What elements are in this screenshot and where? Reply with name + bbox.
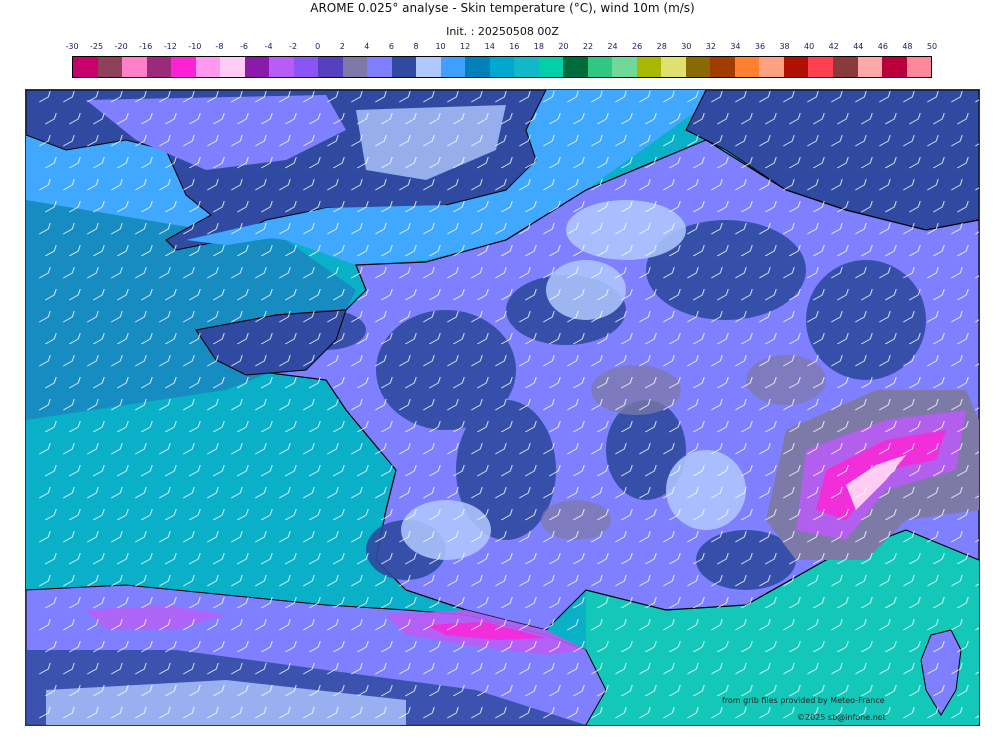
colorbar-tick-label: -6: [240, 42, 248, 51]
colorbar-tick-label: 4: [364, 42, 370, 51]
colorbar-tick-label: 8: [413, 42, 419, 51]
colorbar-swatch: [612, 57, 637, 77]
colorbar-swatch: [538, 57, 564, 77]
colorbar-tick-label: -12: [163, 42, 177, 51]
colorbar-swatch: [636, 57, 662, 77]
colorbar-tick-label: 46: [877, 42, 888, 51]
colorbar-swatch: [832, 57, 858, 77]
colorbar-tick-label: 48: [902, 42, 913, 51]
colorbar-tick-label: 26: [632, 42, 643, 51]
colorbar-swatch: [220, 57, 245, 77]
colorbar-swatch: [171, 57, 196, 77]
copyright-credit: ©2025 sb@infone.net: [797, 713, 886, 722]
colorbar-swatch: [587, 57, 613, 77]
colorbar-swatch: [783, 57, 809, 77]
colorbar-swatch: [269, 57, 294, 77]
colorbar-tick-label: 18: [533, 42, 544, 51]
colorbar-swatch: [440, 57, 466, 77]
colorbar-swatch: [146, 57, 172, 77]
colorbar-swatch: [391, 57, 417, 77]
colorbar-tick-label: -16: [139, 42, 153, 51]
colorbar-tick-label: -2: [289, 42, 298, 51]
colorbar-tick-label: 20: [558, 42, 569, 51]
colorbar-swatch: [661, 57, 686, 77]
colorbar-tick-label: -10: [188, 42, 202, 51]
colorbar-swatch: [734, 57, 760, 77]
colorbar-swatch: [710, 57, 735, 77]
colorbar-tick-label: 14: [484, 42, 495, 51]
data-source-credit: from grib files provided by Meteo-France: [722, 696, 885, 705]
colorbar-tick-label: 28: [656, 42, 667, 51]
colorbar-tick-label: 12: [460, 42, 471, 51]
colorbar-tick-label: 16: [509, 42, 520, 51]
colorbar-swatch: [244, 57, 270, 77]
colorbar-tick-label: 10: [435, 42, 446, 51]
colorbar-swatch: [73, 57, 98, 77]
colorbar-swatch: [465, 57, 490, 77]
colorbar-swatch: [195, 57, 221, 77]
colorbar-swatch: [97, 57, 123, 77]
colorbar-tick-label: 50: [926, 42, 938, 51]
colorbar-tick-label: 24: [607, 42, 618, 51]
colorbar-tick-label: -30: [65, 42, 79, 51]
colorbar-tick-label: 36: [754, 42, 766, 51]
colorbar-tick-label: 38: [779, 42, 790, 51]
colorbar-swatch: [318, 57, 343, 77]
colorbar-tick-label: 2: [339, 42, 345, 51]
colorbar-swatch: [342, 57, 368, 77]
colorbar-swatch: [489, 57, 515, 77]
colorbar-swatch: [367, 57, 392, 77]
colorbar: [72, 56, 932, 78]
colorbar-tick-label: 6: [388, 42, 394, 51]
colorbar-tick-label: 44: [853, 42, 864, 51]
colorbar-tick-label: 34: [730, 42, 741, 51]
colorbar-swatch: [514, 57, 539, 77]
colorbar-swatch: [122, 57, 147, 77]
colorbar-tick-label: 32: [705, 42, 716, 51]
colorbar-swatch: [416, 57, 441, 77]
colorbar-tick-label: 42: [828, 42, 839, 51]
colorbar-swatch: [563, 57, 588, 77]
colorbar-swatch: [293, 57, 319, 77]
colorbar-tick-label: 22: [582, 42, 594, 51]
colorbar-tick-label: -20: [114, 42, 128, 51]
colorbar-swatch: [857, 57, 883, 77]
colorbar-swatch: [759, 57, 784, 77]
colorbar-swatch: [685, 57, 711, 77]
colorbar-tick-label: 40: [804, 42, 815, 51]
colorbar-tick-label: 30: [681, 42, 692, 51]
colorbar-swatch: [906, 57, 932, 77]
colorbar-tick-label: -4: [264, 42, 273, 51]
colorbar-tick-label: -8: [215, 42, 224, 51]
colorbar-swatch: [808, 57, 833, 77]
colorbar-tick-label: -25: [90, 42, 104, 51]
colorbar-tick-label: 0: [315, 42, 321, 51]
init-time: Init. : 20250508 00Z: [446, 25, 559, 38]
colorbar-swatch: [882, 57, 907, 77]
temperature-map: [25, 89, 980, 726]
colorbar-ticks: -30 -25 -20 -16 -12 -10 -8 -6 -4 -2 0 2 4 6 8 10 12 14 16 1…: [65, 42, 937, 54]
chart-title: AROME 0.025° analyse - Skin temperature …: [310, 1, 695, 15]
